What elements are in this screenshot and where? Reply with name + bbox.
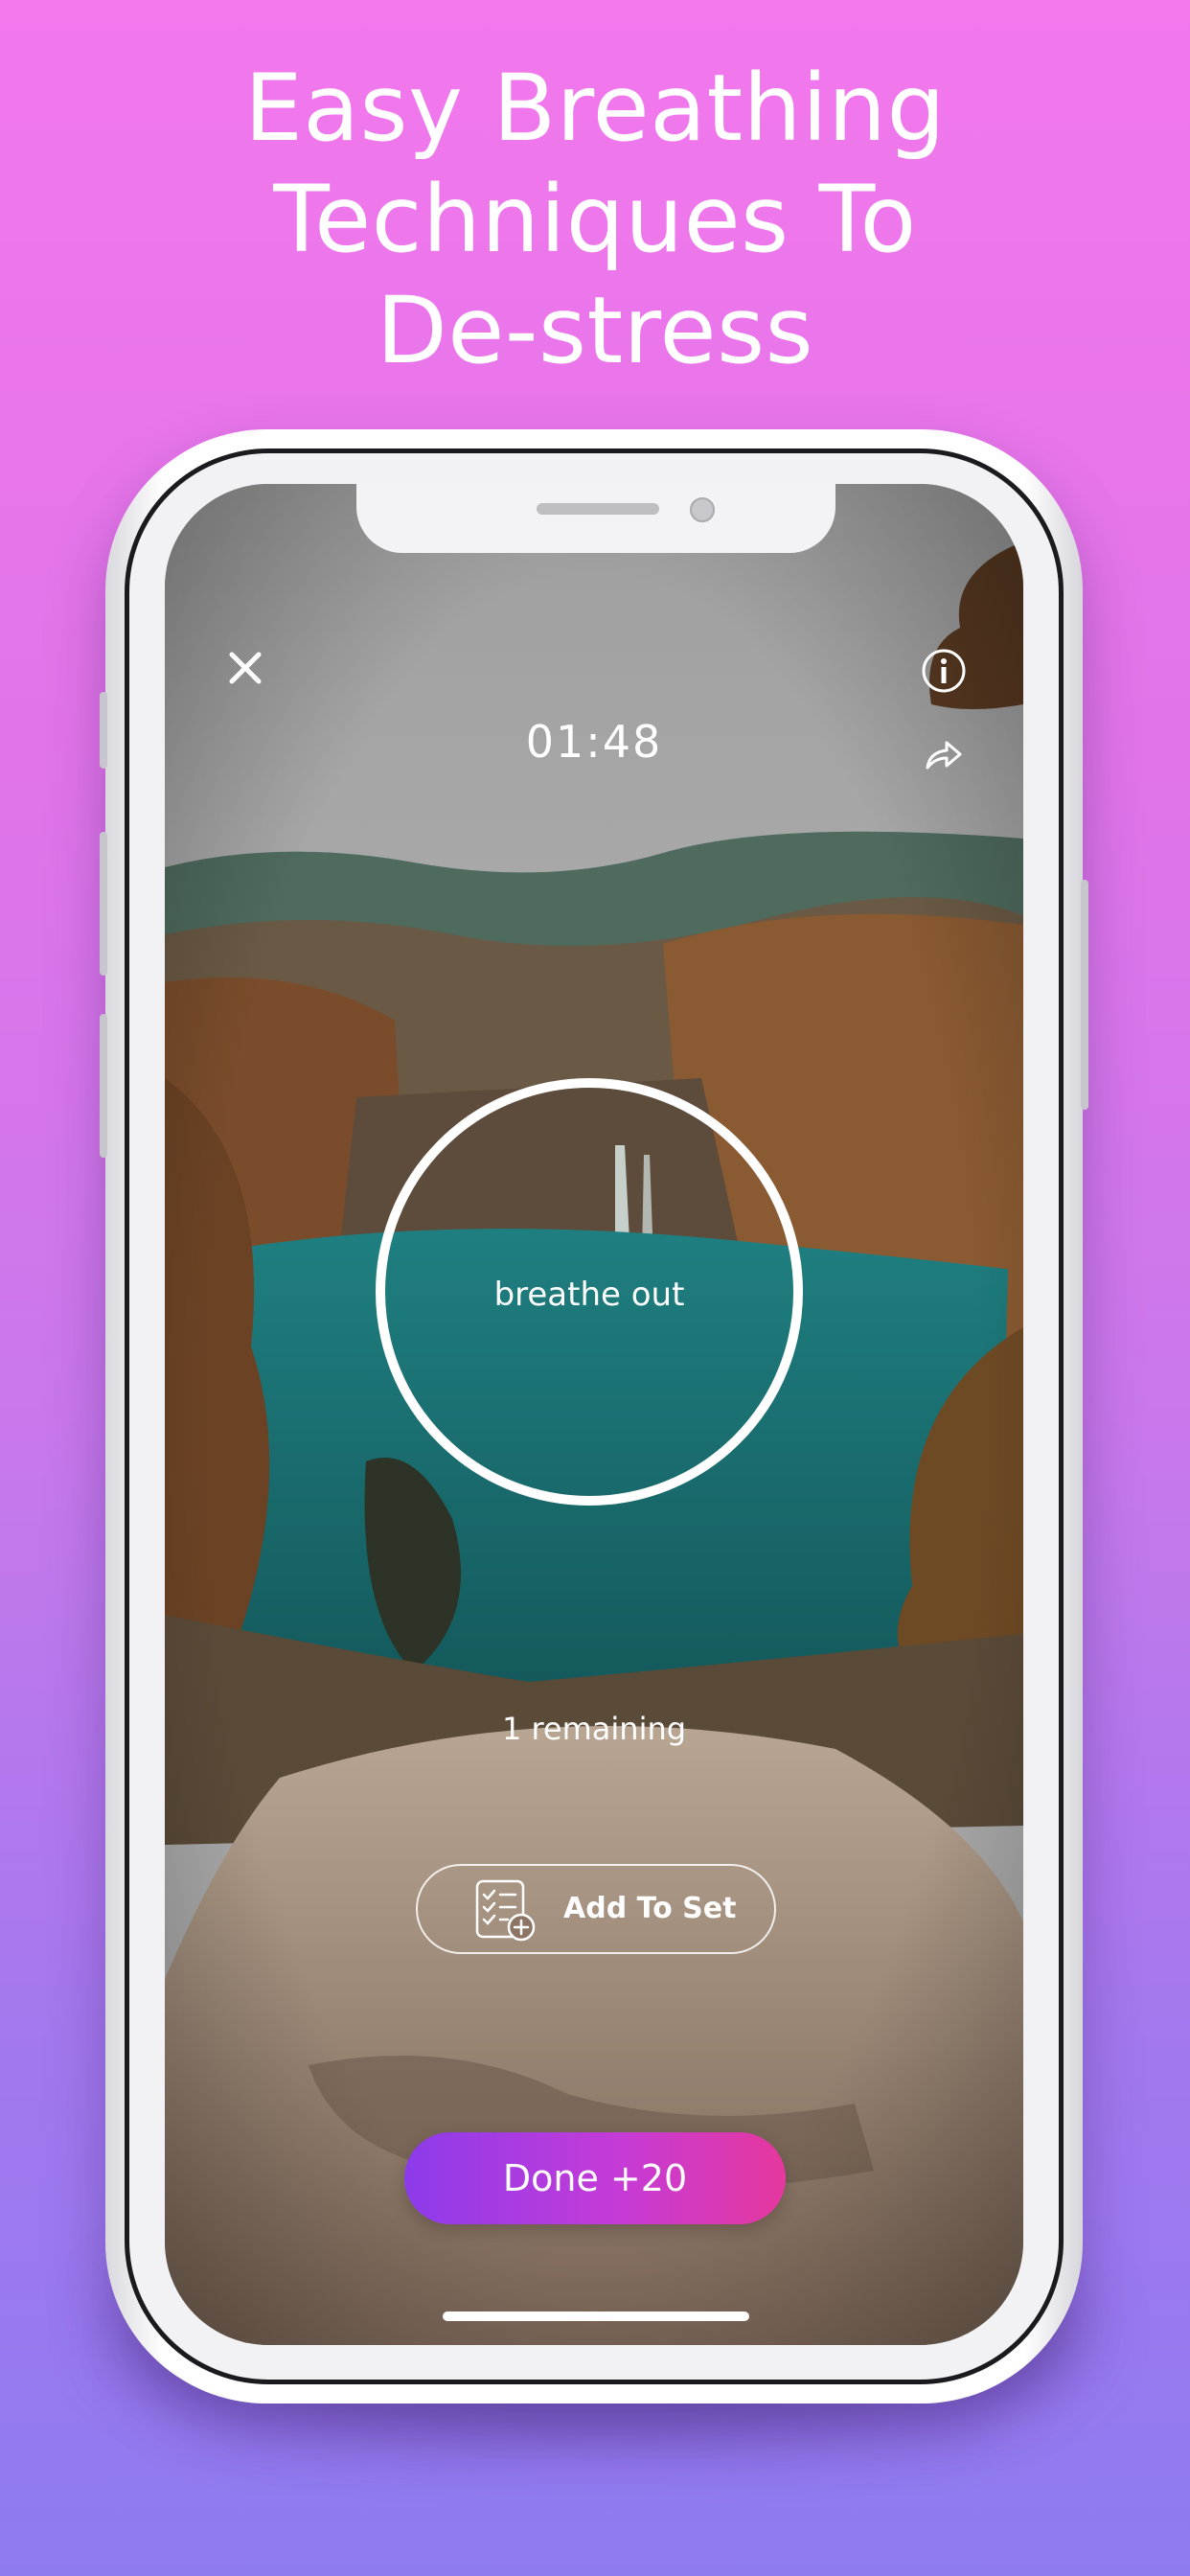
headline-line-2: Techniques To	[273, 166, 917, 273]
earpiece-speaker	[537, 503, 659, 515]
headline-line-3: De-stress	[376, 277, 814, 384]
info-button[interactable]	[920, 647, 968, 695]
volume-up-button	[100, 832, 107, 976]
home-indicator[interactable]	[443, 2312, 749, 2321]
phone-notch	[356, 484, 835, 553]
breathing-instruction: breathe out	[493, 1276, 685, 1314]
headline-line-1: Easy Breathing	[244, 55, 946, 162]
remaining-count: 1 remaining	[501, 1711, 687, 1747]
phone-screen: 01:48 breathe out 1 remaining Add To Set…	[165, 484, 1023, 2345]
add-to-set-label: Add To Set	[563, 1892, 737, 1925]
checklist-add-icon	[475, 1879, 536, 1942]
volume-down-button	[100, 1014, 107, 1158]
breathing-circle: breathe out	[376, 1078, 803, 1506]
mute-switch	[100, 692, 107, 769]
done-button[interactable]: Done +20	[404, 2132, 786, 2224]
session-timer: 01:48	[525, 716, 663, 768]
add-to-set-button[interactable]: Add To Set	[416, 1864, 776, 1954]
front-camera	[690, 497, 715, 522]
info-icon	[922, 649, 966, 693]
close-icon	[229, 652, 262, 684]
close-button[interactable]	[222, 645, 268, 691]
power-button	[1081, 880, 1088, 1110]
marketing-headline: Easy Breathing Techniques To De-stress	[0, 53, 1190, 386]
